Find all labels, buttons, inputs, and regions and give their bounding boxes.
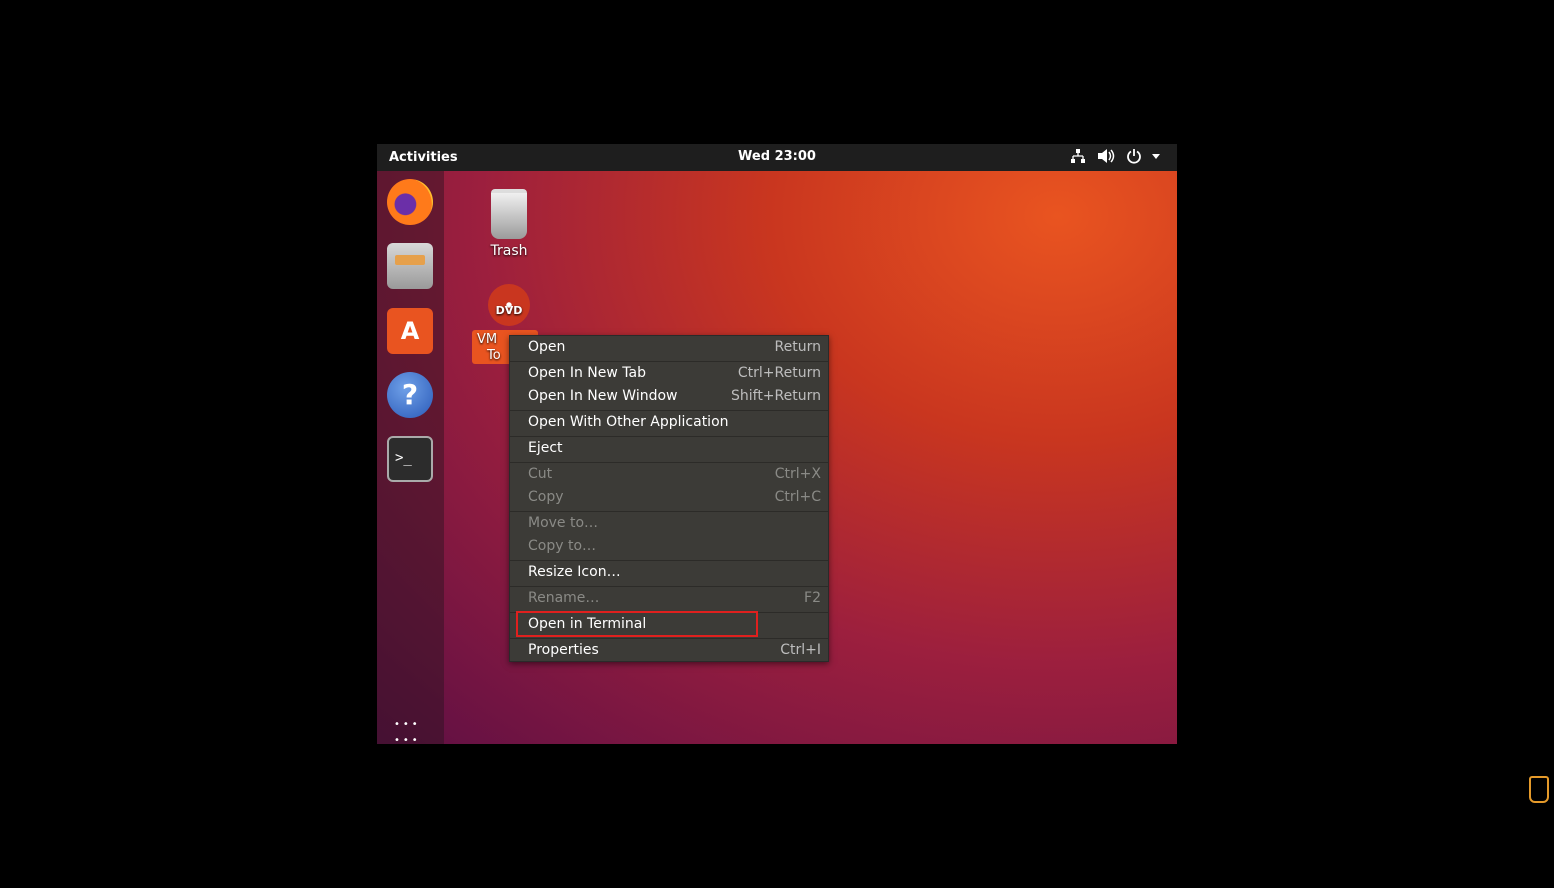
trash-label: Trash	[490, 243, 528, 259]
menu-item-rename: Rename… F2	[528, 590, 821, 606]
context-menu: Open Return Open In New Tab Ctrl+Return Op…	[509, 335, 829, 662]
clock[interactable]: Wed 23:00	[377, 149, 1177, 164]
trash-desktop-icon[interactable]: Trash	[474, 189, 544, 259]
volume-icon[interactable]	[1097, 148, 1115, 168]
menu-item-open-new-window[interactable]: Open In New Window Shift+Return	[510, 386, 828, 408]
trash-icon	[491, 189, 527, 239]
vm-screen: Activities Wed 23:00 A ? >_ ••• ••• ••• …	[377, 144, 1177, 744]
chevron-down-icon[interactable]	[1151, 150, 1161, 165]
menu-item-copy: Copy Ctrl+C	[528, 489, 821, 505]
help-icon[interactable]: ?	[387, 372, 433, 418]
network-icon[interactable]	[1070, 148, 1086, 168]
menu-item-resize-icon[interactable]: Resize Icon…	[510, 562, 828, 584]
firefox-icon[interactable]	[387, 179, 433, 225]
usb-device-icon[interactable]	[1529, 776, 1549, 803]
menu-item-eject[interactable]: Eject	[510, 438, 828, 460]
terminal-icon[interactable]: >_	[387, 436, 433, 482]
menu-item-copy-to: Copy to…	[528, 538, 597, 554]
menu-item-open[interactable]: Open Return	[510, 337, 828, 359]
menu-item-cut: Cut Ctrl+X	[528, 466, 821, 482]
menu-item-properties[interactable]: Properties Ctrl+I	[510, 640, 828, 662]
highlight-box	[516, 611, 758, 637]
software-icon[interactable]: A	[387, 308, 433, 354]
dvd-icon: DVD	[488, 284, 530, 326]
menu-item-open-new-tab[interactable]: Open In New Tab Ctrl+Return	[510, 363, 828, 385]
dock: A ? >_ ••• ••• •••	[377, 171, 444, 744]
menu-item-open-with[interactable]: Open With Other Application	[510, 412, 828, 434]
menu-item-move-to: Move to…	[528, 515, 599, 531]
show-applications-icon[interactable]: ••• ••• •••	[394, 720, 421, 745]
files-icon[interactable]	[387, 243, 433, 289]
dvd-desktop-icon[interactable]: DVD VM To	[472, 284, 544, 364]
top-bar: Activities Wed 23:00	[377, 144, 1177, 171]
power-icon[interactable]	[1126, 148, 1142, 168]
